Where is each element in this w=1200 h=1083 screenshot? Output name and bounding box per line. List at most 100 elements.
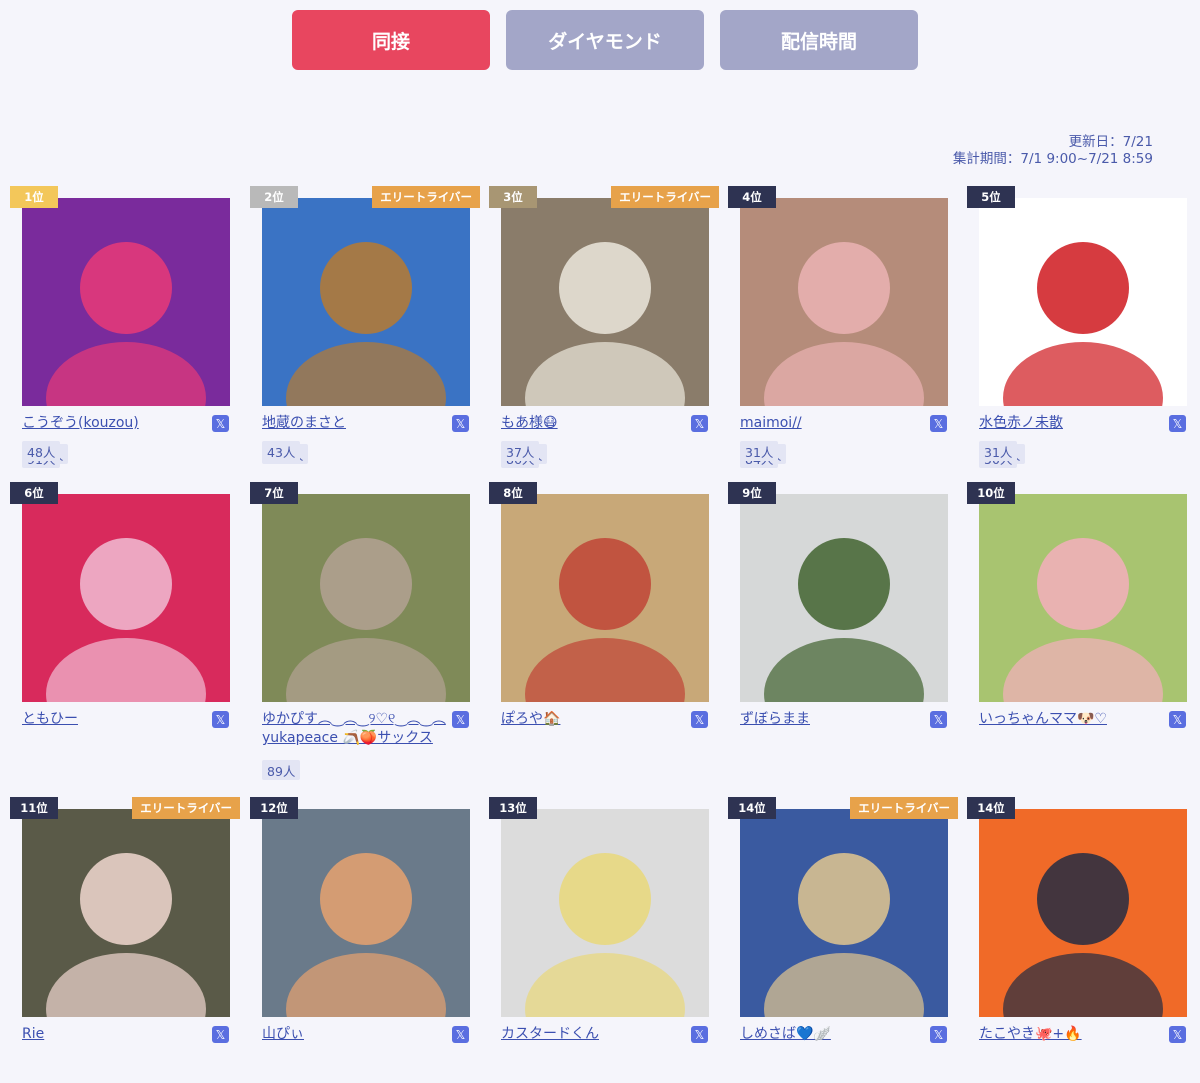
- streamer-card: 7位ゆかぴす︵‿︵‿୨♡୧‿︵‿︵ yukapeace 🪃🍑サックス 𝕏 89人: [240, 482, 480, 780]
- rank-badge: 2位: [250, 186, 298, 208]
- streamer-card: 1位こうぞう(kouzou)𝕏817人: [0, 186, 240, 476]
- streamer-name-link[interactable]: カスタードくん: [501, 1025, 687, 1044]
- streamer-card: 6位ともひー𝕏91人: [0, 448, 240, 772]
- streamer-name-link[interactable]: こうぞう(kouzou): [22, 414, 208, 433]
- rank-badge: 10位: [967, 482, 1015, 504]
- avatar-image: [22, 494, 230, 702]
- streamer-avatar[interactable]: [22, 494, 230, 702]
- streamer-avatar[interactable]: [22, 809, 230, 1017]
- elite-liver-badge: エリートライバー: [372, 186, 480, 208]
- viewer-count: 89人: [262, 760, 301, 780]
- rank-badge: 3位: [489, 186, 537, 208]
- ranking-tabs: 同接 ダイヤモンド 配信時間: [292, 10, 918, 70]
- streamer-avatar[interactable]: [740, 809, 948, 1017]
- streamer-avatar[interactable]: [501, 809, 709, 1017]
- avatar-image: [501, 809, 709, 1017]
- streamer-name-link[interactable]: 水色赤ノ未散: [979, 414, 1165, 433]
- streamer-card: 11位 エリートライバー Rie 𝕏 48人: [0, 441, 240, 1083]
- elite-liver-badge: エリートライバー: [132, 797, 240, 819]
- x-social-icon[interactable]: 𝕏: [212, 711, 229, 728]
- x-social-icon[interactable]: 𝕏: [1169, 415, 1186, 432]
- viewer-count: 31人: [740, 441, 779, 461]
- ranking-meta: 更新日：7/21 集計期間：7/1 9:00~7/21 8:59: [953, 134, 1153, 168]
- avatar-image: [262, 809, 470, 1017]
- rank-badge: 1位: [10, 186, 58, 208]
- streamer-name-link[interactable]: ずぼらまま: [740, 710, 926, 729]
- rank-badge: 8位: [489, 482, 537, 504]
- rank-badge: 7位: [250, 482, 298, 504]
- streamer-name-link[interactable]: 山ぴぃ: [262, 1025, 448, 1044]
- x-social-icon[interactable]: 𝕏: [212, 1026, 229, 1043]
- streamer-avatar[interactable]: [740, 494, 948, 702]
- streamer-name-link[interactable]: たこやき🐙+🔥: [979, 1025, 1165, 1044]
- x-social-icon[interactable]: 𝕏: [452, 1026, 469, 1043]
- streamer-avatar[interactable]: [22, 198, 230, 406]
- streamer-name-link[interactable]: ぽろや🏠: [501, 710, 687, 729]
- viewer-count: 31人: [979, 441, 1018, 461]
- streamer-name-link[interactable]: Rie: [22, 1025, 208, 1044]
- x-social-icon[interactable]: 𝕏: [930, 1026, 947, 1043]
- rank-badge: 11位: [10, 797, 58, 819]
- avatar-image: [501, 494, 709, 702]
- streamer-card: 9位ずぼらまま𝕏84人: [718, 448, 958, 772]
- streamer-avatar[interactable]: [501, 198, 709, 406]
- streamer-name-link[interactable]: もあ様😷: [501, 414, 687, 433]
- avatar-image: [979, 809, 1187, 1017]
- elite-liver-badge: エリートライバー: [850, 797, 958, 819]
- streamer-avatar[interactable]: [501, 494, 709, 702]
- avatar-image: [740, 494, 948, 702]
- avatar-image: [740, 809, 948, 1017]
- rank-badge: 6位: [10, 482, 58, 504]
- streamer-name-link[interactable]: 地蔵のまさと: [262, 414, 448, 433]
- avatar-image: [979, 494, 1187, 702]
- x-social-icon[interactable]: 𝕏: [452, 711, 469, 728]
- rank-badge: 14位: [967, 797, 1015, 819]
- viewer-count: 37人: [501, 441, 540, 461]
- streamer-avatar[interactable]: [979, 809, 1187, 1017]
- tab-stream-time[interactable]: 配信時間: [720, 10, 918, 70]
- elite-liver-badge: エリートライバー: [611, 186, 719, 208]
- x-social-icon[interactable]: 𝕏: [691, 415, 708, 432]
- viewer-count: 48人: [22, 441, 61, 461]
- avatar-image: [979, 198, 1187, 406]
- viewer-count: 43人: [262, 441, 301, 461]
- streamer-avatar[interactable]: [740, 198, 948, 406]
- aggregation-period: 集計期間：7/1 9:00~7/21 8:59: [952, 151, 1153, 167]
- x-social-icon[interactable]: 𝕏: [930, 711, 947, 728]
- streamer-card: 8位ぽろや🏠𝕏86人: [479, 448, 719, 772]
- rank-badge: 9位: [728, 482, 776, 504]
- streamer-card: 2位エリートライバー地蔵のまさと𝕏663人: [240, 186, 480, 476]
- x-social-icon[interactable]: 𝕏: [1169, 711, 1186, 728]
- x-social-icon[interactable]: 𝕏: [930, 415, 947, 432]
- streamer-name-link[interactable]: しめさば💙🪽: [740, 1025, 926, 1044]
- streamer-avatar[interactable]: [979, 198, 1187, 406]
- streamer-avatar[interactable]: [262, 494, 470, 702]
- x-social-icon[interactable]: 𝕏: [1169, 1026, 1186, 1043]
- x-social-icon[interactable]: 𝕏: [452, 415, 469, 432]
- streamer-avatar[interactable]: [262, 198, 470, 406]
- rank-badge: 5位: [967, 186, 1015, 208]
- streamer-avatar[interactable]: [262, 809, 470, 1017]
- streamer-name-link[interactable]: maimoi//: [740, 414, 926, 433]
- tab-concurrent-viewers[interactable]: 同接: [292, 10, 490, 70]
- streamer-card: 10位いっちゃんママ🐶♡𝕏50人: [957, 448, 1197, 772]
- streamer-card: 3位エリートライバーもあ様😷𝕏466人: [479, 186, 719, 476]
- tab-diamond[interactable]: ダイヤモンド: [506, 10, 704, 70]
- streamer-name-link[interactable]: ともひー: [22, 710, 208, 729]
- streamer-avatar[interactable]: [979, 494, 1187, 702]
- avatar-image: [22, 198, 230, 406]
- avatar-image: [22, 809, 230, 1017]
- avatar-image: [262, 494, 470, 702]
- x-social-icon[interactable]: 𝕏: [691, 1026, 708, 1043]
- streamer-card: 13位 カスタードくん 𝕏 37人: [479, 441, 719, 1083]
- x-social-icon[interactable]: 𝕏: [691, 711, 708, 728]
- x-social-icon[interactable]: 𝕏: [212, 415, 229, 432]
- streamer-card: 4位maimoi//𝕏243人: [718, 186, 958, 476]
- streamer-name-link[interactable]: ゆかぴす︵‿︵‿୨♡୧‿︵‿︵ yukapeace 🪃🍑サックス: [262, 710, 448, 748]
- streamer-name-link[interactable]: いっちゃんママ🐶♡: [979, 710, 1165, 729]
- streamer-card: 12位 山ぴぃ 𝕏 43人: [240, 441, 480, 1083]
- streamer-card: 14位 たこやき🐙+🔥 𝕏 31人: [957, 441, 1197, 1083]
- updated-date: 更新日：7/21: [1068, 134, 1153, 150]
- rank-badge: 13位: [489, 797, 537, 819]
- avatar-image: [740, 198, 948, 406]
